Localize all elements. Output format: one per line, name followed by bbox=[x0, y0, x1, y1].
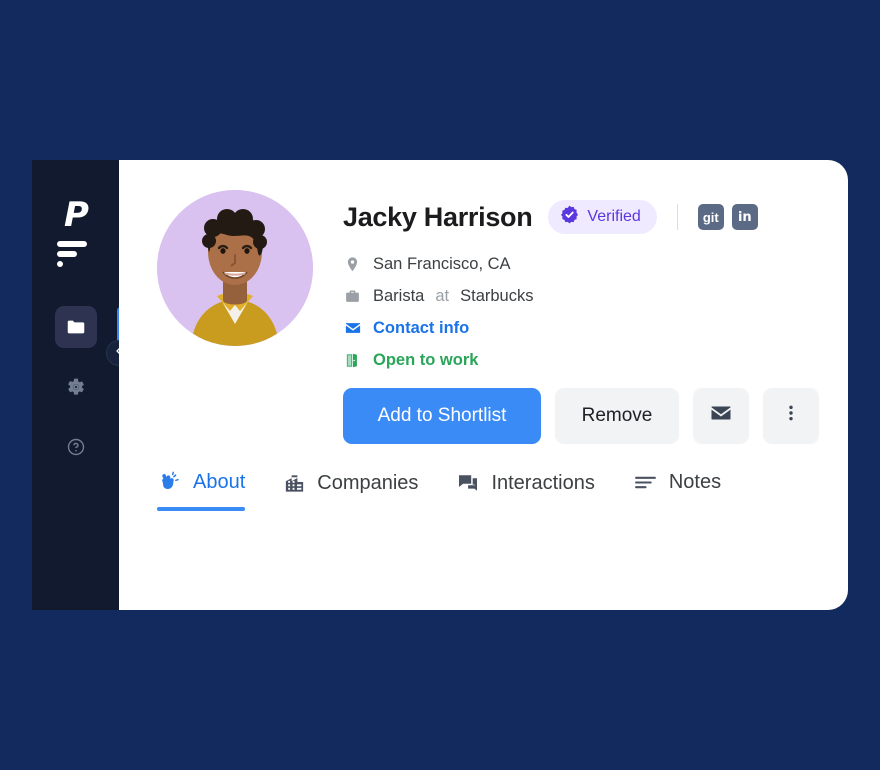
envelope-icon bbox=[343, 319, 362, 337]
tab-notes[interactable]: Notes bbox=[633, 470, 721, 511]
building-icon bbox=[283, 472, 306, 495]
app-logo[interactable]: P bbox=[32, 198, 120, 267]
tab-interactions-label: Interactions bbox=[491, 471, 595, 494]
add-to-shortlist-button[interactable]: Add to Shortlist bbox=[343, 388, 541, 444]
tab-companies-label: Companies bbox=[317, 472, 419, 494]
location-pin-icon bbox=[343, 256, 362, 273]
waving-hand-icon bbox=[157, 470, 182, 495]
open-door-icon bbox=[343, 352, 362, 369]
profile-info: Jacky Harrison Verified git in San Franc… bbox=[343, 196, 813, 376]
more-vertical-icon bbox=[781, 403, 801, 429]
app-sidebar: P bbox=[32, 160, 132, 610]
status-badge[interactable]: Verified bbox=[548, 200, 657, 234]
remove-button[interactable]: Remove bbox=[555, 388, 679, 444]
social-links: git in bbox=[697, 204, 758, 230]
location-text: San Francisco, CA bbox=[373, 254, 511, 273]
meta-open-to-work: Open to work bbox=[343, 344, 813, 376]
profile-meta-list: San Francisco, CA Barista at Starbucks C… bbox=[343, 248, 813, 376]
tab-notes-label: Notes bbox=[668, 471, 722, 493]
meta-contact-info[interactable]: Contact info bbox=[343, 312, 813, 344]
sidebar-nav bbox=[32, 300, 124, 480]
action-buttons: Add to Shortlist Remove bbox=[343, 388, 819, 444]
screenshot-stage: P Jacky Harrison Verified git in San Fra… bbox=[0, 0, 880, 770]
envelope-icon bbox=[709, 401, 733, 431]
chat-bubbles-icon bbox=[456, 471, 480, 495]
tab-about[interactable]: About bbox=[157, 470, 246, 511]
job-role: Barista bbox=[373, 286, 425, 305]
job-connector: at bbox=[435, 286, 450, 305]
verified-badge-icon bbox=[560, 205, 579, 229]
divider bbox=[676, 204, 678, 230]
linkedin-icon[interactable]: in bbox=[731, 204, 758, 230]
logo-bars-icon bbox=[32, 241, 120, 267]
contact-info-label: Contact info bbox=[373, 318, 470, 337]
sidebar-item-help[interactable] bbox=[32, 420, 120, 474]
tab-companies[interactable]: Companies bbox=[283, 472, 418, 511]
page-title: Jacky Harrison bbox=[343, 201, 533, 232]
meta-location: San Francisco, CA bbox=[343, 248, 813, 280]
name-row: Jacky Harrison Verified git in bbox=[343, 196, 813, 238]
more-options-button[interactable] bbox=[763, 388, 819, 444]
meta-job: Barista at Starbucks bbox=[343, 280, 813, 312]
github-icon[interactable]: git bbox=[697, 204, 724, 230]
open-to-work-label: Open to work bbox=[373, 350, 479, 369]
profile-tabs: About Companies Interactions Notes bbox=[157, 470, 759, 511]
email-button[interactable] bbox=[693, 388, 749, 444]
tab-active-underline bbox=[157, 507, 246, 511]
profile-card: Jacky Harrison Verified git in San Franc… bbox=[119, 160, 848, 610]
briefcase-icon bbox=[343, 288, 362, 305]
avatar bbox=[157, 190, 313, 346]
gear-icon bbox=[66, 377, 86, 397]
logo-letter: P bbox=[64, 195, 89, 235]
folder-icon bbox=[65, 316, 87, 338]
sidebar-item-settings[interactable] bbox=[32, 360, 120, 414]
tab-about-label: About bbox=[193, 471, 246, 493]
tab-interactions[interactable]: Interactions bbox=[456, 471, 595, 511]
help-circle-icon bbox=[66, 437, 86, 457]
verified-label: Verified bbox=[587, 208, 641, 225]
job-company: Starbucks bbox=[460, 286, 534, 305]
lines-icon bbox=[633, 470, 658, 495]
